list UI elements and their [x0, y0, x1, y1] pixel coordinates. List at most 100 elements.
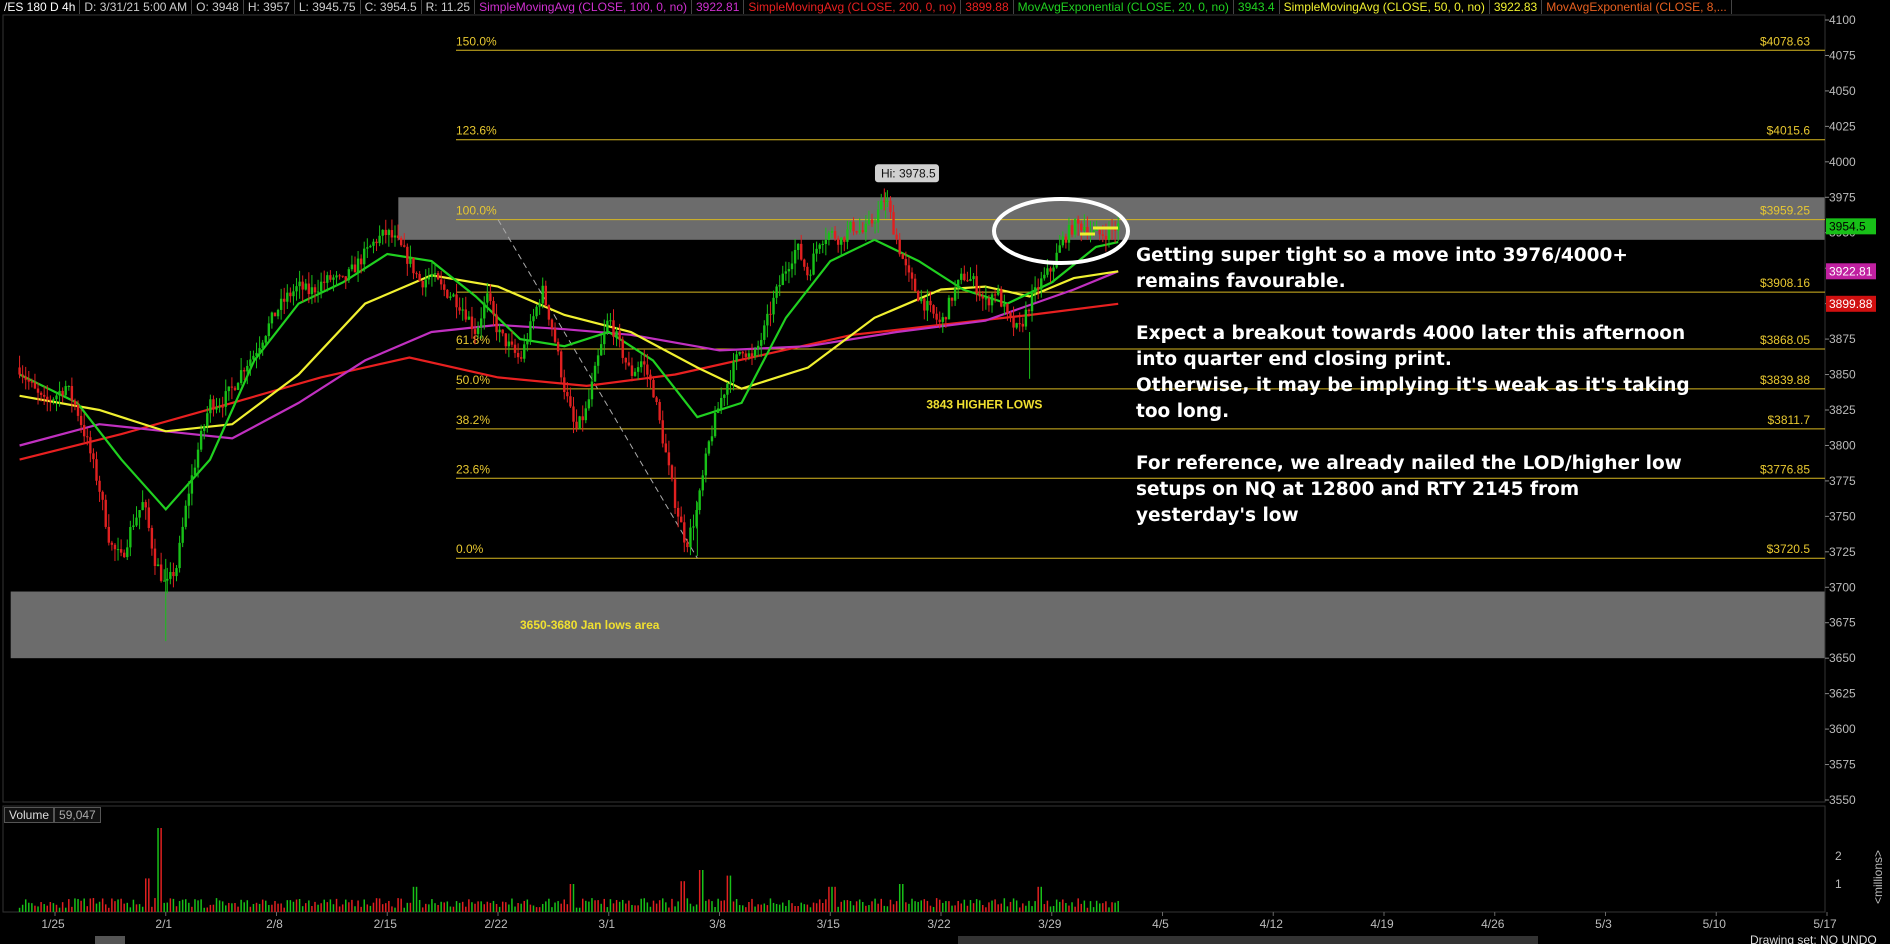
candle-body — [544, 285, 547, 306]
header-segment: SimpleMovingAvg (CLOSE, 200, 0, no) — [744, 0, 962, 14]
candle-body — [649, 374, 652, 380]
candle-body — [390, 230, 394, 238]
footer-bar: Drawing set: NO UNDO — [95, 933, 1877, 944]
header-segment: SimpleMovingAvg (CLOSE, 50, 0, no) — [1280, 0, 1490, 14]
candle-body — [126, 547, 129, 558]
candle-body — [1027, 309, 1031, 312]
candle-body — [618, 331, 621, 340]
candle-body — [738, 351, 741, 355]
candle-body — [30, 381, 34, 383]
candle-body — [132, 525, 135, 528]
candle-body — [655, 397, 658, 403]
candle-body — [990, 294, 994, 306]
time-tick-label: 4/5 — [1152, 917, 1169, 931]
candle-body — [46, 396, 49, 400]
candle-body — [873, 222, 877, 224]
candle-body — [95, 459, 98, 481]
candle-body — [969, 279, 972, 281]
candle-body — [593, 365, 597, 382]
candle-body — [209, 399, 212, 414]
candle-body — [33, 382, 37, 389]
candle-body — [326, 275, 329, 283]
candle-body — [596, 355, 600, 366]
candle-body — [867, 219, 871, 224]
candle-body — [387, 230, 391, 235]
candle-body — [772, 297, 775, 315]
candle-body — [760, 339, 763, 346]
candle-body — [267, 323, 271, 337]
candle-body — [984, 298, 988, 300]
candle-body — [926, 300, 929, 311]
price-tick-label: 3575 — [1829, 758, 1856, 772]
candle-body — [901, 254, 904, 259]
candle-body — [526, 340, 529, 345]
fib-percent-label: 150.0% — [456, 34, 497, 48]
candle-body — [1043, 274, 1046, 279]
candle-body — [1101, 234, 1105, 236]
candle-body — [289, 292, 292, 297]
candle-body — [446, 289, 449, 298]
candle-body — [996, 289, 1000, 295]
price-tick-label: 3675 — [1829, 616, 1856, 630]
candle-body — [489, 293, 492, 302]
candle-body — [800, 243, 803, 260]
candle-body — [504, 333, 507, 347]
candle-body — [243, 370, 246, 372]
candle-body — [1052, 267, 1055, 272]
candle-body — [301, 281, 304, 290]
candle-body — [215, 407, 218, 410]
candle-body — [239, 370, 243, 384]
candle-body — [495, 314, 498, 333]
candle-body — [316, 291, 320, 293]
candle-body — [353, 264, 357, 273]
candle-body — [947, 297, 951, 320]
candle-body — [713, 412, 717, 437]
candle-body — [104, 499, 107, 527]
candle-body — [966, 280, 969, 282]
candles-layer — [18, 188, 1120, 642]
candle-body — [203, 426, 206, 431]
candle-body — [73, 400, 77, 406]
candle-body — [1107, 227, 1111, 240]
candle-body — [406, 246, 409, 264]
candle-body — [630, 365, 634, 376]
candle-body — [409, 257, 412, 264]
candle-body — [190, 475, 194, 494]
volume-tick-label: 2 — [1835, 849, 1842, 863]
candle-body — [1083, 226, 1086, 231]
candle-body — [295, 286, 298, 292]
candle-body — [673, 479, 677, 508]
price-tick-label: 3750 — [1829, 509, 1856, 523]
candle-body — [523, 344, 526, 359]
candle-body — [735, 354, 738, 362]
candle-body — [335, 275, 338, 278]
candle-body — [1003, 303, 1006, 307]
candle-body — [756, 345, 760, 350]
candle-body — [187, 493, 191, 506]
candle-body — [981, 296, 984, 299]
candle-body — [652, 379, 655, 398]
fib-price-label: $3908.16 — [1760, 276, 1810, 290]
candle-body — [61, 390, 64, 396]
price-tick-label: 4050 — [1829, 84, 1856, 98]
candle-body — [150, 527, 154, 549]
candle-body — [58, 390, 61, 396]
candle-body — [359, 258, 363, 265]
high-marker-label: Hi: 3978.5 — [881, 166, 936, 180]
header-segment: O: 3948 — [192, 0, 244, 14]
candle-body — [541, 285, 544, 304]
candle-body — [960, 273, 963, 280]
price-tick-label: 3725 — [1829, 545, 1856, 559]
candle-body — [818, 244, 821, 249]
commentary-paragraph-1: Getting super tight so a move into 3976/… — [1136, 245, 1628, 292]
candle-body — [870, 219, 874, 224]
candle-body — [895, 234, 898, 240]
header-segment: C: 3954.5 — [361, 0, 422, 14]
candle-body — [501, 329, 504, 334]
header-segment: L: 3945.75 — [295, 0, 361, 14]
candle-body — [1033, 287, 1037, 293]
candle-body — [89, 437, 92, 454]
candle-body — [206, 413, 209, 427]
candle-body — [566, 392, 569, 397]
price-tick-label: 3700 — [1829, 580, 1856, 594]
